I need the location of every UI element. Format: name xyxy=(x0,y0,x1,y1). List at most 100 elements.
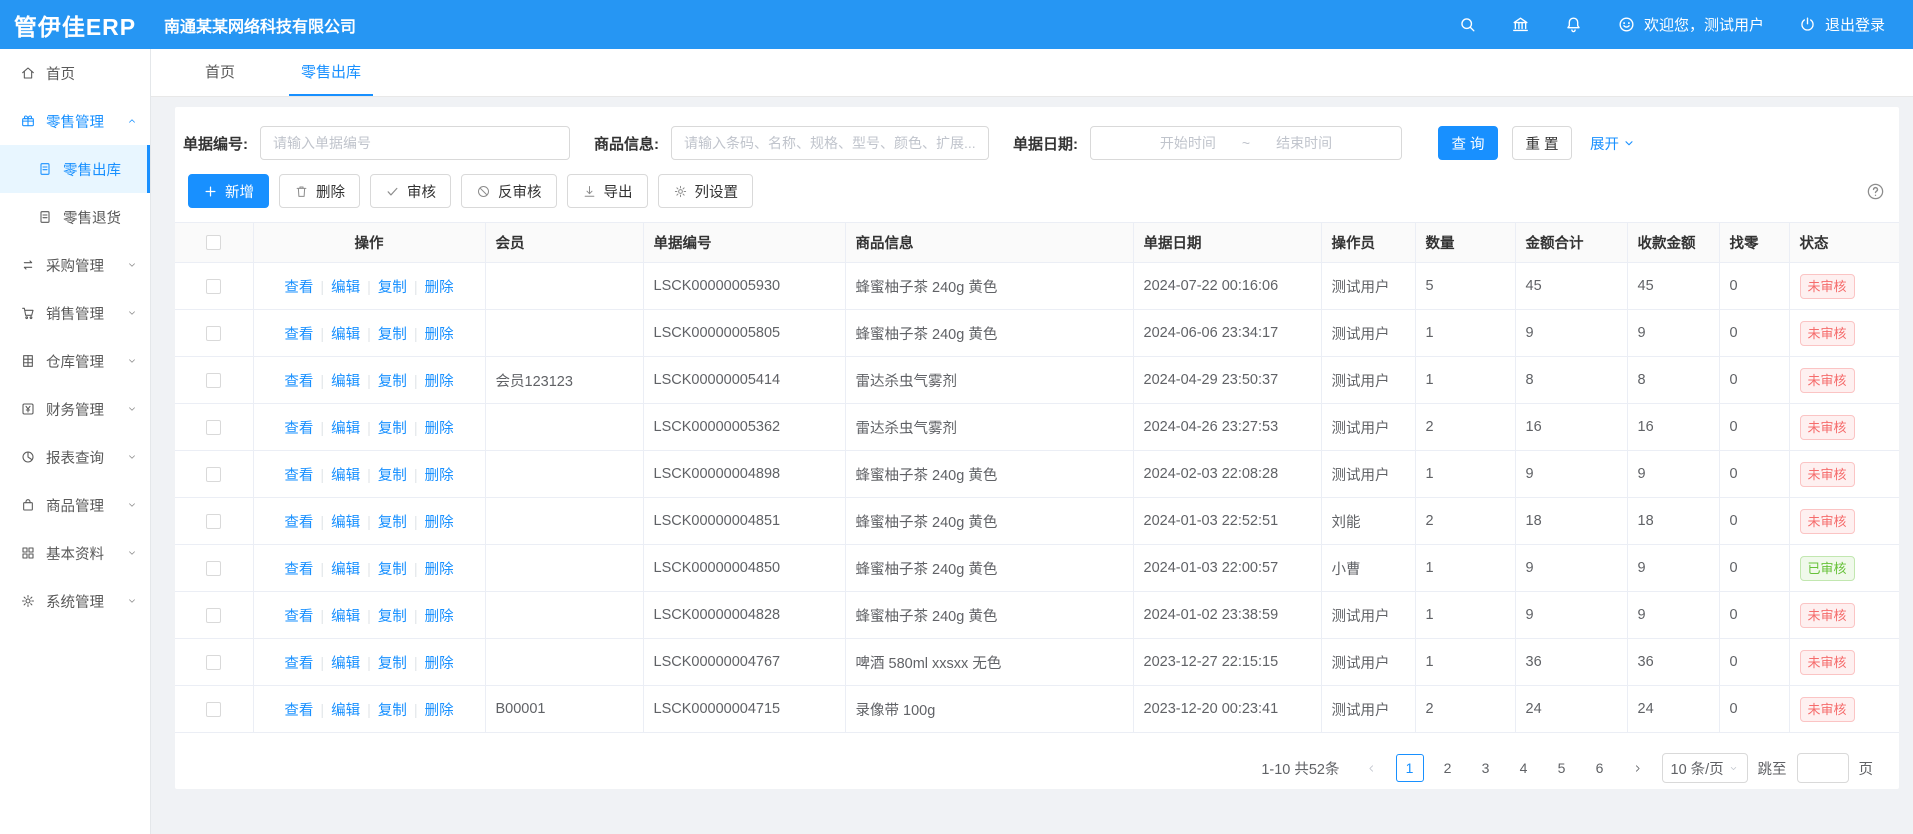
next-page-button[interactable] xyxy=(1624,754,1652,782)
action-view-link[interactable]: 查看 xyxy=(284,703,313,719)
sidebar-item-retail-manage[interactable]: 零售管理 xyxy=(0,97,150,145)
row-checkbox[interactable] xyxy=(206,279,221,294)
export-button[interactable]: 导出 xyxy=(567,174,648,208)
sidebar-item-finance-manage[interactable]: 财务管理 xyxy=(0,385,150,433)
column-header[interactable]: 数量 xyxy=(1415,223,1515,263)
action-delete-link[interactable]: 删除 xyxy=(425,327,454,343)
column-settings-button[interactable]: 列设置 xyxy=(658,174,754,208)
action-copy-link[interactable]: 复制 xyxy=(378,280,407,296)
delete-button[interactable]: 删除 xyxy=(279,174,360,208)
prev-page-button[interactable] xyxy=(1358,754,1386,782)
reset-button[interactable]: 重 置 xyxy=(1512,126,1572,160)
column-header[interactable]: 单据编号 xyxy=(643,223,845,263)
page-button-6[interactable]: 6 xyxy=(1586,754,1614,782)
audit-button[interactable]: 审核 xyxy=(370,174,451,208)
action-view-link[interactable]: 查看 xyxy=(284,421,313,437)
bill-no-input[interactable] xyxy=(260,126,570,160)
action-delete-link[interactable]: 删除 xyxy=(425,656,454,672)
action-view-link[interactable]: 查看 xyxy=(284,515,313,531)
page-button-1[interactable]: 1 xyxy=(1396,754,1424,782)
action-view-link[interactable]: 查看 xyxy=(284,327,313,343)
tab-retail-outbound[interactable]: 零售出库 xyxy=(289,49,373,96)
goods-info-input[interactable] xyxy=(671,126,989,160)
action-copy-link[interactable]: 复制 xyxy=(378,468,407,484)
column-header[interactable]: 状态 xyxy=(1789,223,1899,263)
page-button-3[interactable]: 3 xyxy=(1472,754,1500,782)
action-copy-link[interactable]: 复制 xyxy=(378,562,407,578)
help-icon[interactable] xyxy=(1866,182,1885,201)
action-delete-link[interactable]: 删除 xyxy=(425,374,454,390)
action-view-link[interactable]: 查看 xyxy=(284,656,313,672)
sidebar-item-purchase-manage[interactable]: 采购管理 xyxy=(0,241,150,289)
action-edit-link[interactable]: 编辑 xyxy=(331,327,360,343)
action-edit-link[interactable]: 编辑 xyxy=(331,562,360,578)
page-button-4[interactable]: 4 xyxy=(1510,754,1538,782)
sidebar-item-system-manage[interactable]: 系统管理 xyxy=(0,577,150,625)
welcome-user[interactable]: 欢迎您，测试用户 xyxy=(1617,14,1764,35)
page-button-5[interactable]: 5 xyxy=(1548,754,1576,782)
row-checkbox[interactable] xyxy=(206,326,221,341)
row-checkbox[interactable] xyxy=(206,561,221,576)
column-header[interactable]: 金额合计 xyxy=(1515,223,1627,263)
action-view-link[interactable]: 查看 xyxy=(284,280,313,296)
action-copy-link[interactable]: 复制 xyxy=(378,703,407,719)
sidebar-item-base-data[interactable]: 基本资料 xyxy=(0,529,150,577)
expand-link[interactable]: 展开 xyxy=(1590,133,1635,154)
bank-icon[interactable] xyxy=(1511,15,1530,34)
action-delete-link[interactable]: 删除 xyxy=(425,421,454,437)
page-size-select[interactable]: 10 条/页 xyxy=(1662,753,1748,783)
row-checkbox[interactable] xyxy=(206,702,221,717)
action-edit-link[interactable]: 编辑 xyxy=(331,703,360,719)
action-edit-link[interactable]: 编辑 xyxy=(331,421,360,437)
action-copy-link[interactable]: 复制 xyxy=(378,327,407,343)
column-header[interactable]: 会员 xyxy=(485,223,643,263)
action-delete-link[interactable]: 删除 xyxy=(425,280,454,296)
action-view-link[interactable]: 查看 xyxy=(284,609,313,625)
row-checkbox[interactable] xyxy=(206,655,221,670)
column-header[interactable]: 找零 xyxy=(1719,223,1789,263)
action-edit-link[interactable]: 编辑 xyxy=(331,609,360,625)
action-copy-link[interactable]: 复制 xyxy=(378,421,407,437)
sidebar-item-retail-outbound[interactable]: 零售出库 xyxy=(0,145,150,193)
action-edit-link[interactable]: 编辑 xyxy=(331,656,360,672)
column-header[interactable]: 操作员 xyxy=(1321,223,1415,263)
bell-icon[interactable] xyxy=(1564,15,1583,34)
action-view-link[interactable]: 查看 xyxy=(284,468,313,484)
logout-button[interactable]: 退出登录 xyxy=(1798,14,1885,35)
action-view-link[interactable]: 查看 xyxy=(284,562,313,578)
sidebar-item-retail-return[interactable]: 零售退货 xyxy=(0,193,150,241)
page-button-2[interactable]: 2 xyxy=(1434,754,1462,782)
date-range-input[interactable]: 开始时间 ~ 结束时间 xyxy=(1090,126,1402,160)
column-header[interactable]: 操作 xyxy=(253,223,485,263)
jump-page-input[interactable] xyxy=(1797,753,1849,783)
action-delete-link[interactable]: 删除 xyxy=(425,515,454,531)
action-copy-link[interactable]: 复制 xyxy=(378,609,407,625)
sidebar-item-goods-manage[interactable]: 商品管理 xyxy=(0,481,150,529)
unaudit-button[interactable]: 反审核 xyxy=(461,174,557,208)
column-header[interactable]: 商品信息 xyxy=(845,223,1133,263)
query-button[interactable]: 查 询 xyxy=(1438,126,1498,160)
action-copy-link[interactable]: 复制 xyxy=(378,656,407,672)
column-header[interactable]: 收款金额 xyxy=(1627,223,1719,263)
action-edit-link[interactable]: 编辑 xyxy=(331,374,360,390)
row-checkbox[interactable] xyxy=(206,467,221,482)
row-checkbox[interactable] xyxy=(206,420,221,435)
sidebar-item-report-query[interactable]: 报表查询 xyxy=(0,433,150,481)
sidebar-item-sales-manage[interactable]: 销售管理 xyxy=(0,289,150,337)
sidebar-item-warehouse-manage[interactable]: 仓库管理 xyxy=(0,337,150,385)
action-copy-link[interactable]: 复制 xyxy=(378,515,407,531)
search-icon[interactable] xyxy=(1458,15,1477,34)
row-checkbox[interactable] xyxy=(206,373,221,388)
action-edit-link[interactable]: 编辑 xyxy=(331,280,360,296)
action-delete-link[interactable]: 删除 xyxy=(425,562,454,578)
action-delete-link[interactable]: 删除 xyxy=(425,703,454,719)
action-delete-link[interactable]: 删除 xyxy=(425,609,454,625)
tab-home[interactable]: 首页 xyxy=(193,49,247,96)
action-copy-link[interactable]: 复制 xyxy=(378,374,407,390)
action-edit-link[interactable]: 编辑 xyxy=(331,468,360,484)
row-checkbox[interactable] xyxy=(206,514,221,529)
action-delete-link[interactable]: 删除 xyxy=(425,468,454,484)
select-all-checkbox[interactable] xyxy=(206,235,221,250)
sidebar-item-home[interactable]: 首页 xyxy=(0,49,150,97)
column-header[interactable]: 单据日期 xyxy=(1133,223,1321,263)
